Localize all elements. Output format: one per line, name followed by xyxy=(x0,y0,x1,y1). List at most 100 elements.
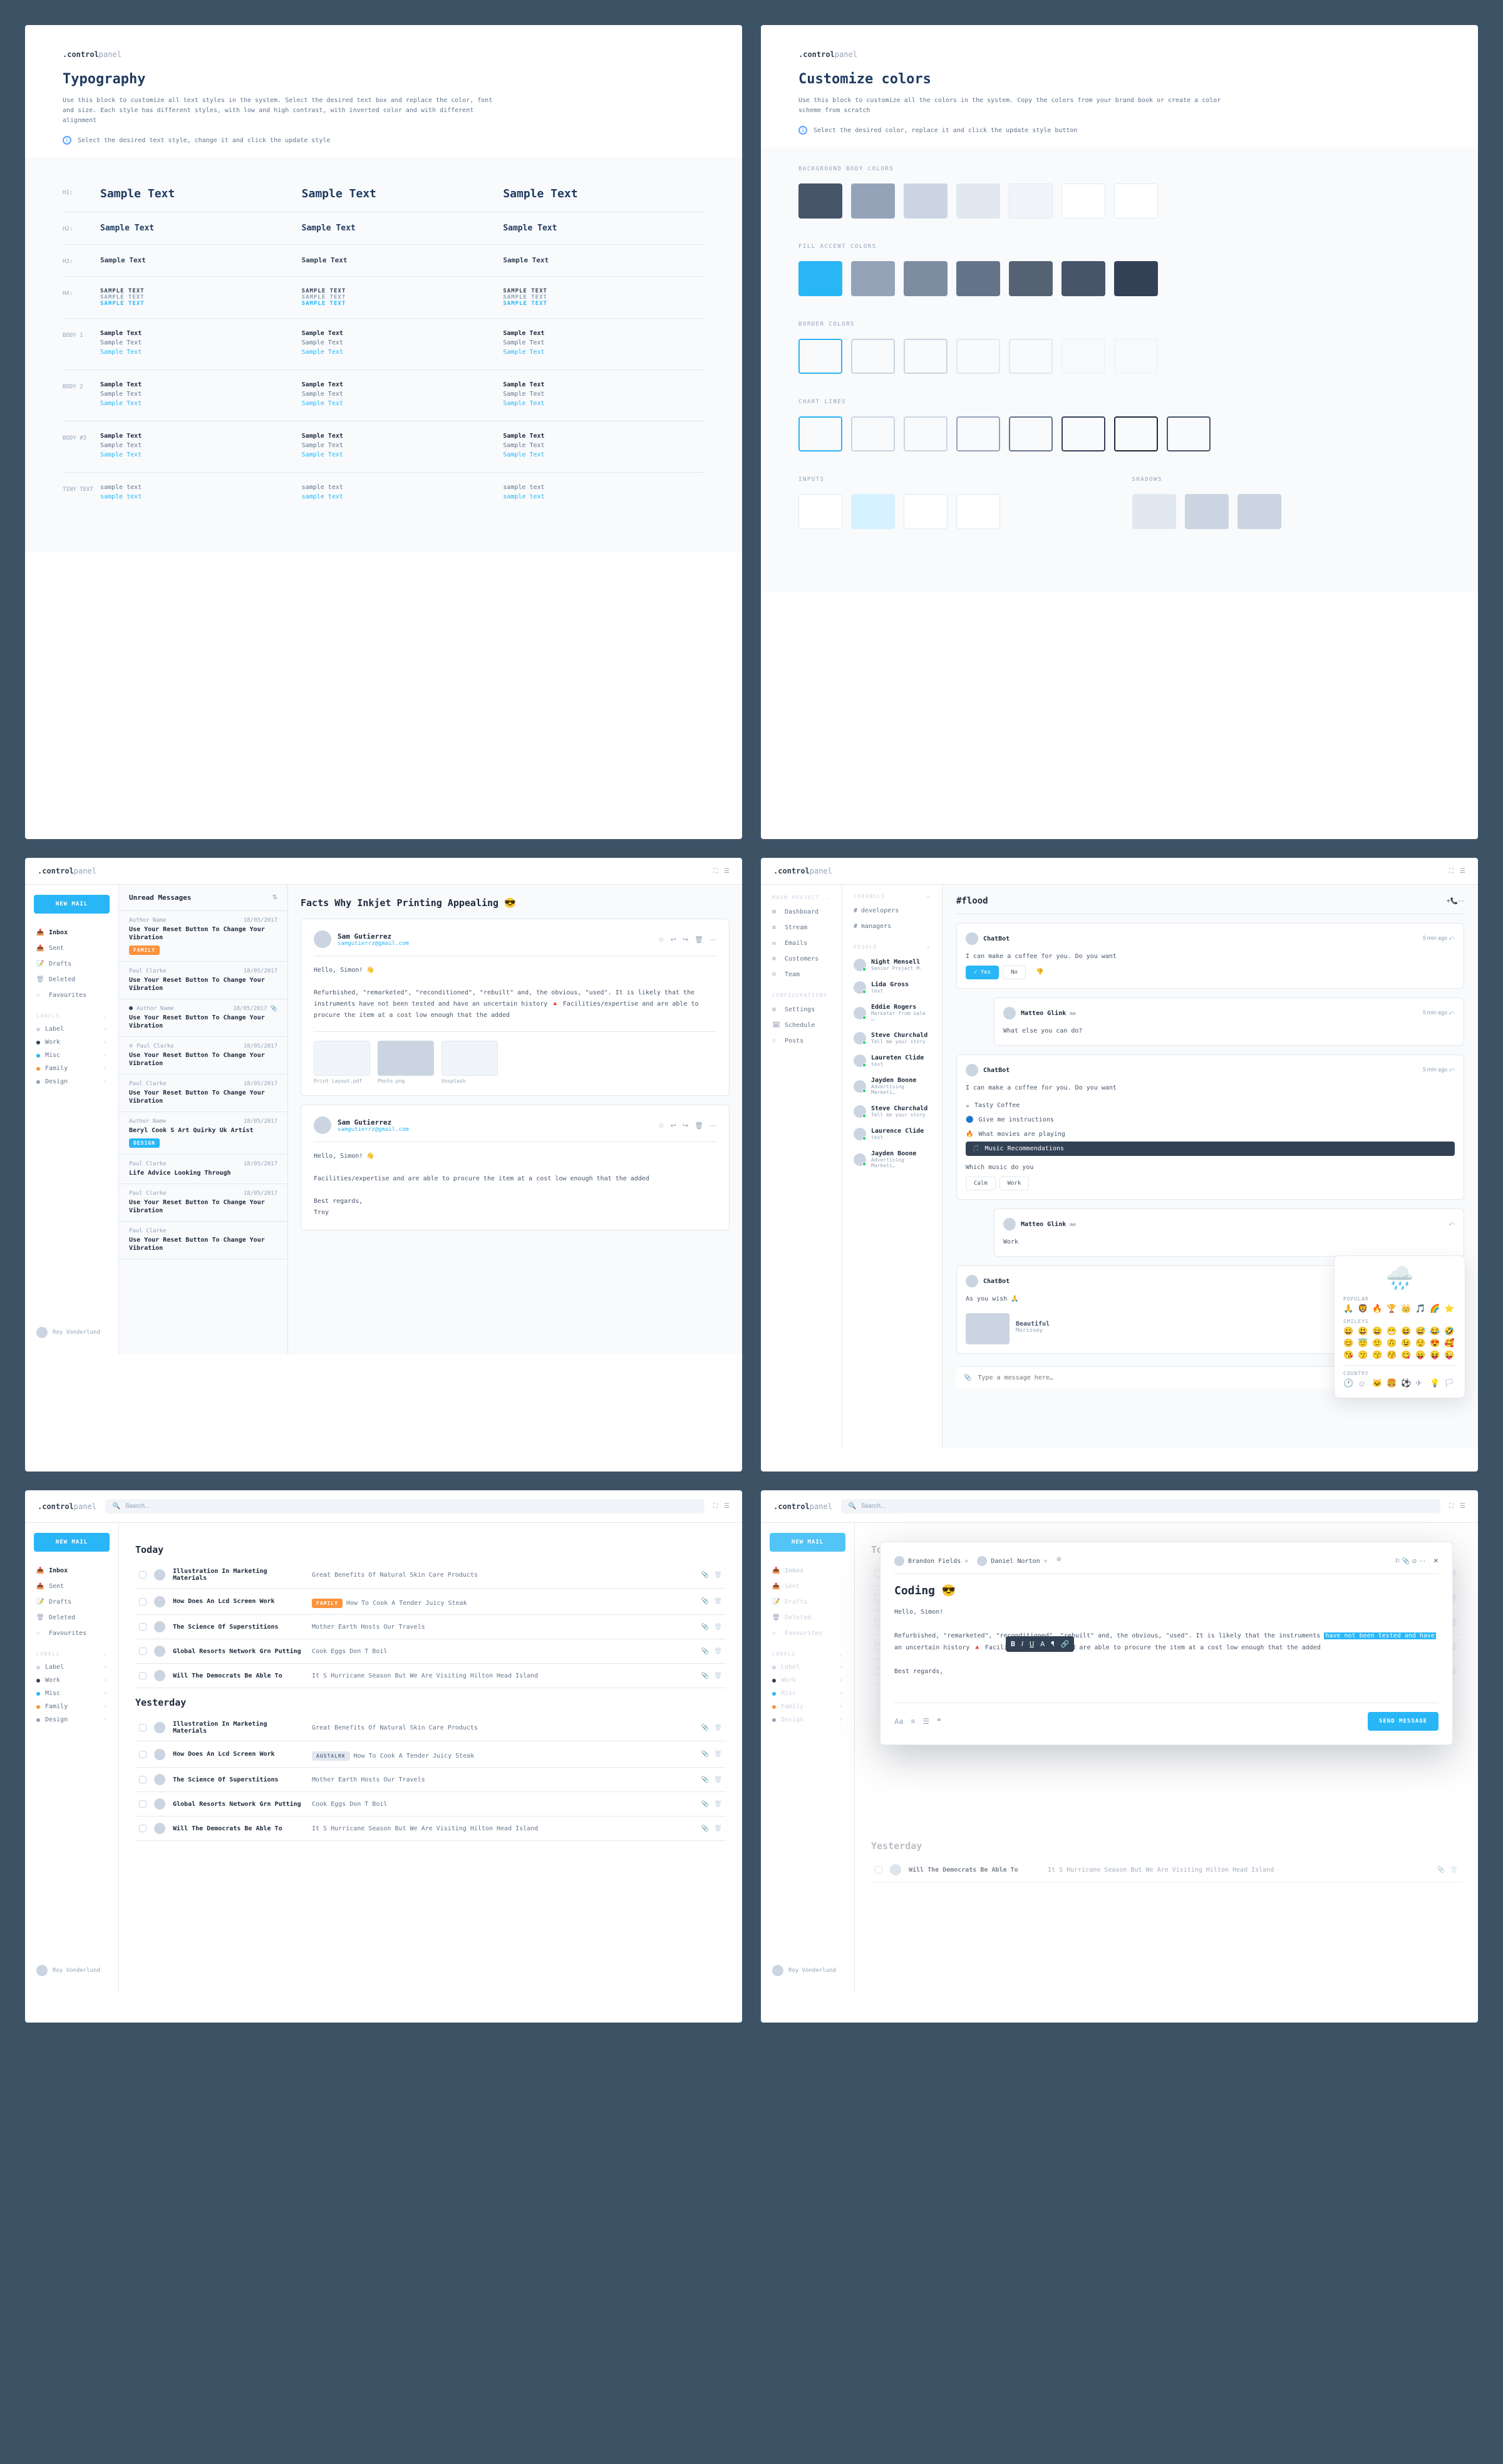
color-swatch[interactable] xyxy=(1114,183,1158,219)
checkbox[interactable] xyxy=(139,1776,147,1783)
message-item[interactable]: Paul Clarke18/05/2017Use Your Reset Butt… xyxy=(119,1075,287,1112)
emoji[interactable]: 🥰 xyxy=(1444,1339,1456,1348)
emoji[interactable]: 😌 xyxy=(1415,1339,1427,1348)
attach-icon[interactable]: 📎 xyxy=(701,1572,709,1579)
nav-item-stream[interactable]: ≡Stream xyxy=(770,920,833,936)
attachment[interactable]: Photo.png xyxy=(378,1041,434,1084)
label-item[interactable]: Design› xyxy=(770,1713,845,1726)
label-item[interactable]: Family› xyxy=(34,1062,110,1075)
color-swatch[interactable] xyxy=(956,183,1000,219)
nav-item-favourites[interactable]: ☆Favourites xyxy=(34,987,110,1003)
sample-tiny[interactable]: sample text xyxy=(100,493,302,500)
option-item[interactable]: 🎵Music Recommendations xyxy=(966,1142,1455,1156)
emoji[interactable]: 😃 xyxy=(1358,1327,1370,1336)
more-icon[interactable]: ⋯ xyxy=(710,936,716,944)
trash-icon[interactable]: 🗑 xyxy=(695,936,703,944)
sample-body[interactable]: Sample Text xyxy=(503,400,705,407)
emoji[interactable]: 👑 xyxy=(1401,1304,1413,1314)
heading-icon[interactable]: ¶ xyxy=(1051,1640,1054,1648)
thumb-icon[interactable]: 👎 xyxy=(1036,969,1043,976)
list-row[interactable]: Illustration In Marketing MaterialsGreat… xyxy=(135,1714,726,1741)
color-swatch[interactable] xyxy=(851,183,895,219)
emoji-icon[interactable]: ☺ xyxy=(1411,1558,1417,1565)
menu-icon[interactable]: ☰ xyxy=(1460,1503,1465,1510)
emoji[interactable]: 😉 xyxy=(1401,1339,1413,1348)
label-item[interactable]: Label› xyxy=(34,1023,110,1036)
more-icon[interactable]: ⋯ xyxy=(1419,1558,1425,1565)
sort-icon[interactable]: ⇅ xyxy=(272,894,277,901)
message-item[interactable]: Paul Clarke18/05/2017Use Your Reset Butt… xyxy=(119,1037,287,1075)
color-swatch[interactable] xyxy=(1009,261,1053,296)
message-item[interactable]: Author Name18/05/2017 📎Use Your Reset Bu… xyxy=(119,999,287,1037)
emoji[interactable]: 😂 xyxy=(1430,1327,1442,1336)
list-row[interactable]: How Does An Lcd Screen WorkAUSTALRK How … xyxy=(135,1741,726,1768)
color-swatch[interactable] xyxy=(851,261,895,296)
phone-icon[interactable]: 📞 xyxy=(1450,898,1458,905)
color-swatch[interactable] xyxy=(1061,339,1105,374)
sample-body[interactable]: Sample Text xyxy=(100,339,302,346)
star-icon[interactable]: ☆ xyxy=(658,1121,664,1130)
nav-item-favourites[interactable]: ☆Favourites xyxy=(770,1626,845,1641)
remove-icon[interactable]: × xyxy=(964,1558,968,1565)
checkbox[interactable] xyxy=(139,1800,147,1808)
nav-item-dashboard[interactable]: ⊞Dashboard xyxy=(770,904,833,920)
nav-item-sent[interactable]: 📤Sent xyxy=(770,1579,845,1594)
sample-tiny[interactable]: sample text xyxy=(503,493,705,500)
checkbox[interactable] xyxy=(139,1825,147,1832)
nav-item-emails[interactable]: ✉Emails xyxy=(770,936,833,951)
sample-h4[interactable]: SAMPLE TEXT xyxy=(302,294,504,301)
list-row[interactable]: Will The Democrats Be Able ToIt S Hurric… xyxy=(135,1664,726,1688)
add-icon[interactable]: + xyxy=(927,894,931,899)
emoji[interactable]: 🙏 xyxy=(1343,1304,1355,1314)
color-swatch[interactable] xyxy=(798,494,842,529)
label-item[interactable]: Misc› xyxy=(34,1687,110,1700)
color-swatch[interactable] xyxy=(956,416,1000,451)
trash-icon[interactable]: 🗑 xyxy=(695,1121,703,1130)
menu-icon[interactable]: ☰ xyxy=(1460,868,1465,875)
attach-icon[interactable]: 📎 xyxy=(701,1648,709,1655)
remove-icon[interactable]: × xyxy=(1044,1558,1048,1565)
font-icon[interactable]: A xyxy=(1040,1640,1045,1648)
quick-reply-button[interactable]: Work xyxy=(999,1177,1030,1190)
sample-tiny[interactable]: sample text xyxy=(100,484,302,491)
nav-item-inbox[interactable]: 📥Inbox xyxy=(770,1563,845,1579)
color-swatch[interactable] xyxy=(798,261,842,296)
new-mail-button[interactable]: NEW MAIL xyxy=(34,1533,110,1552)
trash-icon[interactable]: 🗑 xyxy=(714,1776,722,1783)
reply-icon[interactable]: ↩ xyxy=(671,1121,676,1130)
list-row[interactable]: Will The Democrats Be Able ToIt S Hurric… xyxy=(135,1817,726,1841)
sample-h4[interactable]: SAMPLE TEXT xyxy=(302,301,504,307)
attachment[interactable]: Unsplash xyxy=(442,1041,498,1084)
attach-icon[interactable]: 📎 xyxy=(1402,1558,1409,1565)
add-icon[interactable]: + xyxy=(927,944,931,950)
chevron-down-icon[interactable]: ⌄ xyxy=(103,1013,107,1019)
message-item[interactable]: Paul Clarke18/05/2017Life Advice Looking… xyxy=(119,1155,287,1184)
sample-body[interactable]: Sample Text xyxy=(100,391,302,398)
channel-item[interactable]: # developers xyxy=(851,903,933,919)
emoji[interactable]: 🤣 xyxy=(1444,1327,1456,1336)
emoji[interactable]: 😘 xyxy=(1343,1351,1355,1360)
nav-item-drafts[interactable]: 📝Drafts xyxy=(770,1594,845,1610)
quick-reply-button[interactable]: Calm xyxy=(966,1177,996,1190)
sample-body[interactable]: Sample Text xyxy=(100,433,302,440)
sample-h2[interactable]: Sample Text xyxy=(503,224,705,233)
quick-reply-button[interactable]: ✓ Yes xyxy=(966,966,999,979)
color-swatch[interactable] xyxy=(1132,494,1176,529)
category-icon[interactable]: 🕐 xyxy=(1343,1379,1355,1389)
sample-h1[interactable]: Sample Text xyxy=(100,187,302,200)
forward-icon[interactable]: ↪ xyxy=(683,936,688,944)
emoji[interactable]: 🙂 xyxy=(1372,1339,1384,1348)
star-icon[interactable]: ☆ xyxy=(658,936,664,944)
color-swatch[interactable] xyxy=(904,416,948,451)
emoji[interactable]: 🏆 xyxy=(1387,1304,1398,1314)
color-swatch[interactable] xyxy=(956,339,1000,374)
new-mail-button[interactable]: NEW MAIL xyxy=(770,1533,845,1552)
recipient-chip[interactable]: Brandon Fields× xyxy=(894,1556,968,1566)
sender-email[interactable]: samgutierrz@gmail.com xyxy=(338,1126,652,1133)
list-row[interactable]: The Science Of SuperstitionsMother Earth… xyxy=(135,1615,726,1639)
trash-icon[interactable]: 🗑 xyxy=(714,1801,722,1808)
nav-item-deleted[interactable]: 🗑Deleted xyxy=(770,1610,845,1626)
color-swatch[interactable] xyxy=(798,339,842,374)
nav-item-customers[interactable]: ⊚Customers xyxy=(770,951,833,967)
sample-body[interactable]: Sample Text xyxy=(100,400,302,407)
